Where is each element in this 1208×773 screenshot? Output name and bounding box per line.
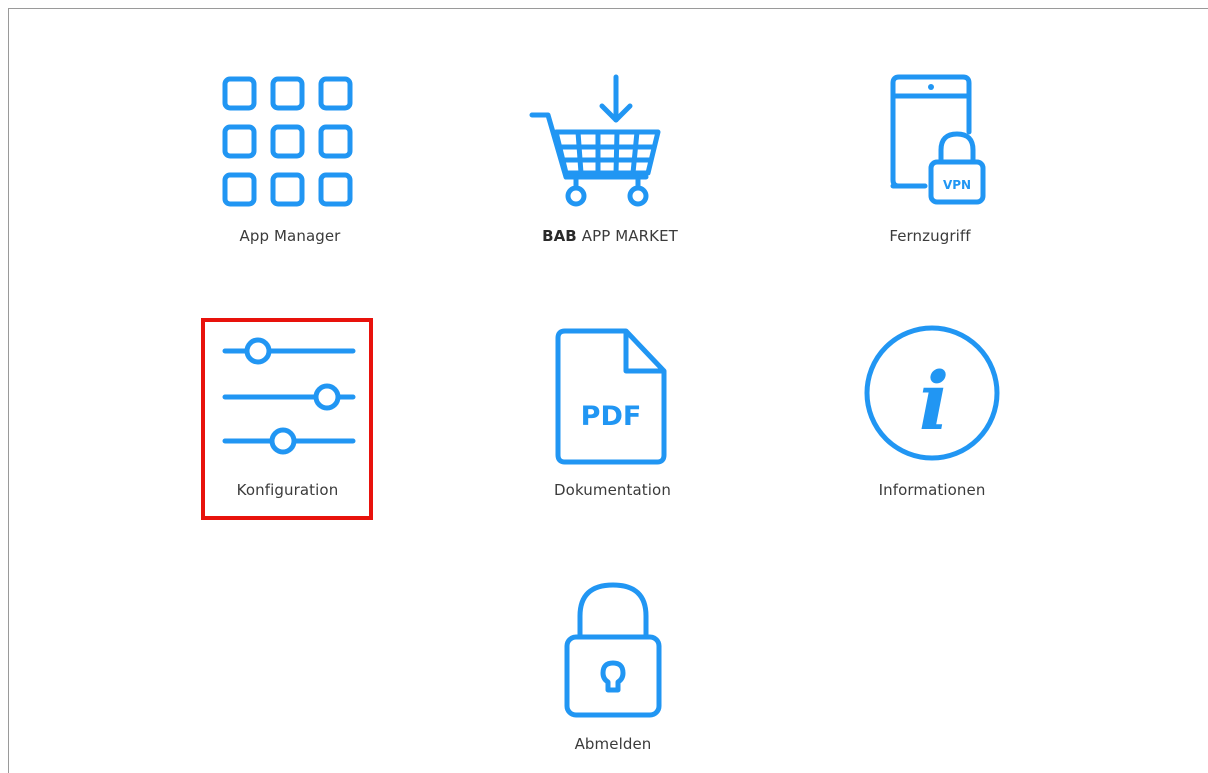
info-icon: i bbox=[864, 325, 1000, 461]
vpn-badge: VPN bbox=[943, 178, 971, 192]
configuration-tile[interactable]: Konfiguration bbox=[205, 325, 370, 505]
information-label: Informationen bbox=[878, 481, 986, 499]
grid-icon bbox=[222, 76, 353, 207]
info-glyph: i bbox=[919, 354, 949, 448]
app-market-tile[interactable]: BAB APP MARKET bbox=[520, 70, 710, 250]
app-manager-tile[interactable]: App Manager bbox=[205, 70, 375, 250]
app-market-label: BAB APP MARKET bbox=[515, 227, 705, 245]
information-tile[interactable]: i Informationen bbox=[857, 325, 1007, 505]
app-market-label-rest: APP MARKET bbox=[576, 227, 678, 245]
logout-tile[interactable]: Abmelden bbox=[538, 582, 688, 762]
padlock-icon bbox=[564, 582, 662, 718]
pdf-badge: PDF bbox=[581, 401, 642, 432]
remote-access-tile[interactable]: VPN Fernzugriff bbox=[855, 70, 1005, 250]
app-manager-label: App Manager bbox=[239, 227, 341, 245]
pdf-file-icon: PDF bbox=[555, 328, 667, 465]
sliders-icon bbox=[222, 337, 356, 455]
logout-label: Abmelden bbox=[574, 735, 652, 753]
shopping-cart-icon bbox=[529, 74, 661, 207]
remote-access-label: Fernzugriff bbox=[889, 227, 971, 245]
documentation-tile[interactable]: PDF Dokumentation bbox=[525, 325, 700, 505]
configuration-label: Konfiguration bbox=[236, 481, 339, 499]
app-market-label-bold: BAB bbox=[542, 227, 577, 245]
documentation-label: Dokumentation bbox=[554, 481, 671, 499]
camera-dot bbox=[928, 84, 934, 90]
phone-vpn-lock-icon: VPN bbox=[890, 74, 986, 205]
